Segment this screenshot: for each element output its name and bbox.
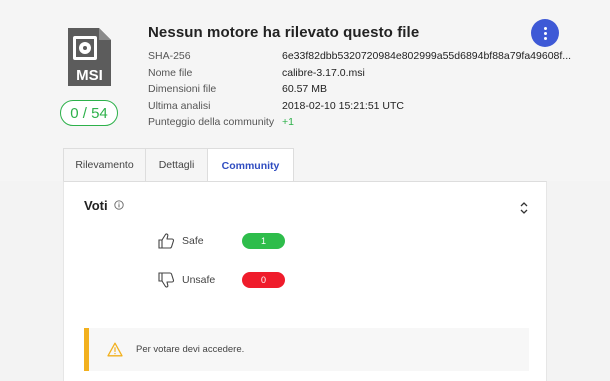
vote-row-safe[interactable]: Safe 1 <box>156 230 285 252</box>
file-summary-header: MSI 0 / 54 Nessun motore ha rilevato que… <box>0 0 610 182</box>
tab-community[interactable]: Community <box>208 148 294 182</box>
more-vert-icon <box>543 26 547 30</box>
detail-row-community-score: Punteggio della community +1 <box>148 116 571 133</box>
community-panel: Voti Safe 1 Unsafe 0 Per votare devi acc… <box>63 181 547 381</box>
detail-key: SHA-256 <box>148 50 191 62</box>
detection-score: 0 / 54 <box>60 100 118 126</box>
detail-row-sha256: SHA-256 6e33f82dbb5320720984e802999a55d6… <box>148 50 571 67</box>
detail-row-filesize: Dimensioni file 60.57 MB <box>148 83 571 100</box>
login-required-alert: Per votare devi accedere. <box>84 328 529 371</box>
tab-details[interactable]: Dettagli <box>146 148 208 181</box>
detail-key: Punteggio della community <box>148 116 275 129</box>
detail-key: Dimensioni file <box>148 83 217 96</box>
thumbs-down-icon[interactable] <box>156 270 176 290</box>
detail-row-filename: Nome file calibre-3.17.0.msi <box>148 67 571 84</box>
page-title: Nessun motore ha rilevato questo file <box>148 24 420 41</box>
msi-file-icon: MSI <box>68 28 111 86</box>
tab-bar: Rilevamento Dettagli Community <box>63 148 294 182</box>
votes-title: Voti <box>84 198 108 213</box>
unsafe-label: Unsafe <box>182 274 216 286</box>
community-score-value: +1 <box>282 116 294 129</box>
collapse-icon[interactable] <box>519 201 529 215</box>
thumbs-up-icon[interactable] <box>156 231 176 251</box>
more-options-button[interactable] <box>531 19 559 47</box>
sha256-value[interactable]: 6e33f82dbb5320720984e802999a55d6894bf88a… <box>282 50 571 67</box>
detail-key: Ultima analisi <box>148 99 211 112</box>
file-details: SHA-256 6e33f82dbb5320720984e802999a55d6… <box>148 50 571 133</box>
filename-value: calibre-3.17.0.msi <box>282 66 365 79</box>
last-analysis-value: 2018-02-10 15:21:51 UTC <box>282 99 404 112</box>
alert-message: Per votare devi accedere. <box>136 344 245 355</box>
safe-label: Safe <box>182 235 204 247</box>
warning-icon <box>107 342 123 357</box>
safe-count-badge: 1 <box>242 233 285 249</box>
tab-detection[interactable]: Rilevamento <box>63 148 146 181</box>
info-icon[interactable] <box>114 200 124 210</box>
file-type-label: MSI <box>76 67 103 84</box>
detail-key: Nome file <box>148 66 193 79</box>
filesize-value: 60.57 MB <box>282 83 327 96</box>
unsafe-count-badge: 0 <box>242 272 285 288</box>
detail-row-last-analysis: Ultima analisi 2018-02-10 15:21:51 UTC <box>148 100 571 117</box>
vote-row-unsafe[interactable]: Unsafe 0 <box>156 269 285 291</box>
